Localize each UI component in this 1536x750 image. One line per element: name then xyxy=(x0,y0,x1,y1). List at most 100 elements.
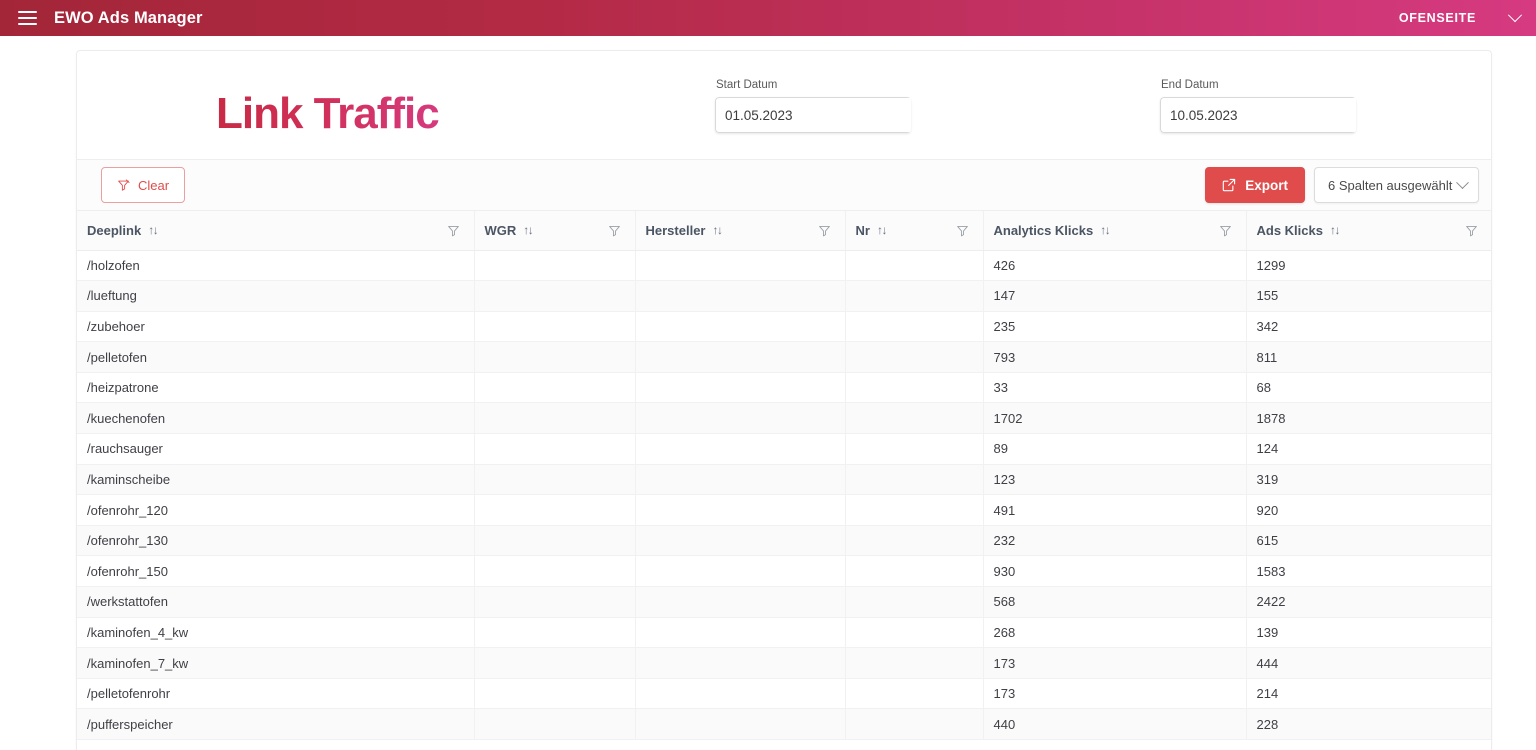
start-date-input[interactable] xyxy=(715,97,911,133)
content-card: Link Traffic Start Datum End Datum xyxy=(76,50,1492,750)
filter-icon[interactable] xyxy=(818,224,831,237)
table-row[interactable]: /zubehoer235342 xyxy=(77,311,1492,342)
cell-analytics_klicks: 33 xyxy=(983,372,1246,403)
filter-icon[interactable] xyxy=(447,224,460,237)
column-header-wgr[interactable]: WGR ↑↓ xyxy=(474,211,635,250)
cell-ads_klicks: 811 xyxy=(1246,342,1492,373)
sort-toggle-icon[interactable]: ↑↓ xyxy=(877,223,886,237)
cell-hersteller xyxy=(635,556,845,587)
cell-nr xyxy=(845,648,983,679)
sort-toggle-icon[interactable]: ↑↓ xyxy=(1330,223,1339,237)
start-date-label: Start Datum xyxy=(715,79,911,91)
clear-filters-button[interactable]: Clear xyxy=(101,167,185,203)
cell-hersteller xyxy=(635,403,845,434)
sort-toggle-icon[interactable]: ↑↓ xyxy=(1100,223,1109,237)
cell-analytics_klicks: 491 xyxy=(983,495,1246,526)
cell-ads_klicks: 214 xyxy=(1246,678,1492,709)
column-header-label: Nr xyxy=(856,223,870,238)
column-header-label: WGR xyxy=(485,223,517,238)
cell-hersteller xyxy=(635,434,845,465)
table-row[interactable]: /ofenrohr_1509301583 xyxy=(77,556,1492,587)
sort-toggle-icon[interactable]: ↑↓ xyxy=(148,223,157,237)
cell-deeplink: /kuechenofen xyxy=(77,403,474,434)
page-title: Link Traffic xyxy=(216,89,439,139)
table-row[interactable]: /holzofen4261299 xyxy=(77,250,1492,281)
table-row[interactable]: /heizpatrone3368 xyxy=(77,372,1492,403)
cell-hersteller xyxy=(635,617,845,648)
account-menu[interactable]: OFENSEITE xyxy=(1399,11,1520,25)
table-row[interactable]: /kuechenofen17021878 xyxy=(77,403,1492,434)
table-row[interactable]: /ofenrohr_130232615 xyxy=(77,525,1492,556)
cell-ads_klicks: 68 xyxy=(1246,372,1492,403)
link-traffic-table: Deeplink ↑↓ WGR ↑↓ xyxy=(77,211,1492,740)
filter-icon[interactable] xyxy=(956,224,969,237)
sort-toggle-icon[interactable]: ↑↓ xyxy=(523,223,532,237)
table-row[interactable]: /pufferspeicher440228 xyxy=(77,709,1492,740)
table-row[interactable]: /lueftung147155 xyxy=(77,281,1492,312)
cell-deeplink: /kaminscheibe xyxy=(77,464,474,495)
column-header-analytics-klicks[interactable]: Analytics Klicks ↑↓ xyxy=(983,211,1246,250)
cell-nr xyxy=(845,403,983,434)
cell-nr xyxy=(845,464,983,495)
export-button[interactable]: Export xyxy=(1205,167,1305,203)
cell-hersteller xyxy=(635,587,845,618)
cell-wgr xyxy=(474,587,635,618)
cell-nr xyxy=(845,372,983,403)
table-row[interactable]: /werkstattofen5682422 xyxy=(77,587,1492,618)
column-header-deeplink[interactable]: Deeplink ↑↓ xyxy=(77,211,474,250)
end-date-box xyxy=(1160,97,1356,133)
cell-deeplink: /lueftung xyxy=(77,281,474,312)
cell-deeplink: /kaminofen_4_kw xyxy=(77,617,474,648)
column-header-label: Deeplink xyxy=(87,223,141,238)
cell-ads_klicks: 1583 xyxy=(1246,556,1492,587)
table-header-row: Deeplink ↑↓ WGR ↑↓ xyxy=(77,211,1492,250)
column-header-hersteller[interactable]: Hersteller ↑↓ xyxy=(635,211,845,250)
cell-hersteller xyxy=(635,281,845,312)
table-row[interactable]: /pelletofenrohr173214 xyxy=(77,678,1492,709)
filter-icon[interactable] xyxy=(1219,224,1232,237)
cell-nr xyxy=(845,281,983,312)
table-row[interactable]: /pelletofen793811 xyxy=(77,342,1492,373)
cell-analytics_klicks: 235 xyxy=(983,311,1246,342)
table-header: Deeplink ↑↓ WGR ↑↓ xyxy=(77,211,1492,250)
table-row[interactable]: /kaminscheibe123319 xyxy=(77,464,1492,495)
cell-ads_klicks: 444 xyxy=(1246,648,1492,679)
cell-analytics_klicks: 568 xyxy=(983,587,1246,618)
cell-analytics_klicks: 232 xyxy=(983,525,1246,556)
chevron-down-icon[interactable] xyxy=(1508,8,1522,22)
cell-ads_klicks: 228 xyxy=(1246,709,1492,740)
table-row[interactable]: /ofenrohr_120491920 xyxy=(77,495,1492,526)
cell-deeplink: /holzofen xyxy=(77,250,474,281)
table-row[interactable]: /kaminofen_7_kw173444 xyxy=(77,648,1492,679)
filter-icon[interactable] xyxy=(1465,224,1478,237)
cell-ads_klicks: 1878 xyxy=(1246,403,1492,434)
cell-nr xyxy=(845,617,983,648)
table-row[interactable]: /rauchsauger89124 xyxy=(77,434,1492,465)
cell-deeplink: /rauchsauger xyxy=(77,434,474,465)
column-header-ads-klicks[interactable]: Ads Klicks ↑↓ xyxy=(1246,211,1492,250)
column-header-nr[interactable]: Nr ↑↓ xyxy=(845,211,983,250)
card-header: Link Traffic Start Datum End Datum xyxy=(77,51,1491,159)
cell-deeplink: /ofenrohr_150 xyxy=(77,556,474,587)
sort-toggle-icon[interactable]: ↑↓ xyxy=(712,223,721,237)
column-selector-dropdown[interactable]: 6 Spalten ausgewählt xyxy=(1314,167,1479,203)
cell-analytics_klicks: 793 xyxy=(983,342,1246,373)
cell-hersteller xyxy=(635,648,845,679)
end-date-label: End Datum xyxy=(1160,79,1356,91)
cell-deeplink: /ofenrohr_120 xyxy=(77,495,474,526)
hamburger-line xyxy=(18,11,37,13)
column-selector-label: 6 Spalten ausgewählt xyxy=(1328,178,1452,193)
cell-ads_klicks: 139 xyxy=(1246,617,1492,648)
cell-nr xyxy=(845,250,983,281)
table-body: /holzofen4261299/lueftung147155/zubehoer… xyxy=(77,250,1492,740)
table-row[interactable]: /kaminofen_4_kw268139 xyxy=(77,617,1492,648)
cell-analytics_klicks: 440 xyxy=(983,709,1246,740)
filter-icon[interactable] xyxy=(608,224,621,237)
end-date-input[interactable] xyxy=(1160,97,1356,133)
export-button-label: Export xyxy=(1245,178,1288,193)
cell-nr xyxy=(845,556,983,587)
cell-deeplink: /kaminofen_7_kw xyxy=(77,648,474,679)
hamburger-menu-icon[interactable] xyxy=(18,11,37,25)
cell-ads_klicks: 319 xyxy=(1246,464,1492,495)
toolbar-right-group: Export 6 Spalten ausgewählt xyxy=(1205,167,1479,203)
